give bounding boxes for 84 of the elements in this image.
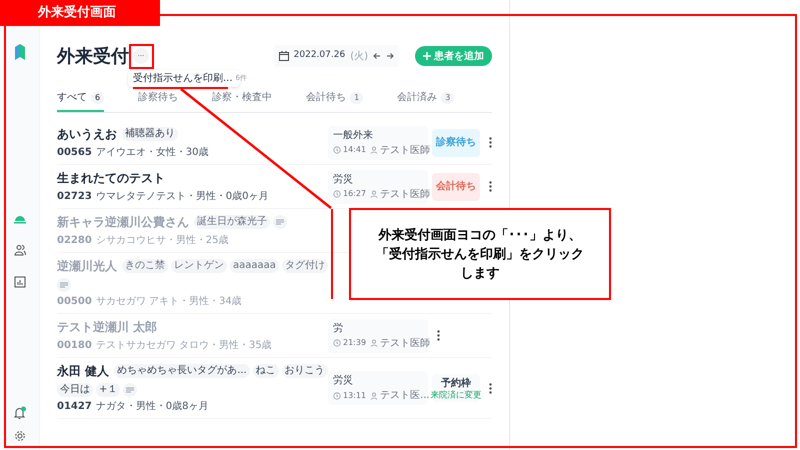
tab-count: 3 <box>441 92 454 104</box>
doctor-name: テスト医師 <box>380 188 430 202</box>
patient-tag: レントゲン <box>171 259 227 273</box>
tab[interactable]: 会計済み 3 <box>397 90 454 112</box>
doctor-name: テスト医師 <box>380 144 430 158</box>
annotation-label: 外来受付画面 <box>0 0 160 26</box>
date-text: 2022.07.26 <box>294 49 346 62</box>
person-icon <box>370 146 378 154</box>
status-button[interactable]: 予約枠 来院済に変更 <box>432 374 480 402</box>
print-menu-item[interactable]: 受付指示せんを印刷... <box>133 71 233 86</box>
patient-id: 01427 <box>57 400 92 414</box>
patient-tag: きのこ禁 <box>122 259 168 273</box>
tab[interactable]: すべて 6 <box>57 90 104 112</box>
patient-info: テストサカセガワ タロウ・男性・35歳 <box>96 338 272 353</box>
more-icon[interactable] <box>489 137 492 148</box>
arrow-left-icon[interactable] <box>373 52 381 60</box>
person-icon <box>370 339 378 347</box>
visit-time: 14:41 <box>343 144 366 156</box>
visit-type: 労災 <box>333 172 354 186</box>
patient-tag: 誕生日が森光子 <box>194 215 270 229</box>
patient-id: 00500 <box>57 295 92 309</box>
callout-text: します <box>460 264 500 282</box>
visit-type: 労 <box>333 322 344 336</box>
visit-time: 21:39 <box>343 337 366 349</box>
patient-name: 生まれたてのテスト <box>57 170 165 187</box>
logo-icon <box>14 44 24 60</box>
patient-tag: めちゃめちゃ長いタグがあ... <box>114 364 250 378</box>
weekday-text: (火) <box>350 50 368 64</box>
patient-tag: おりこう <box>282 364 328 378</box>
clock-icon <box>333 339 341 347</box>
doctor-name: テスト医師 <box>380 336 430 350</box>
person-icon <box>370 190 378 198</box>
arrow-right-icon[interactable] <box>386 52 394 60</box>
tab-count: 6 <box>91 92 104 104</box>
person-icon <box>370 392 378 400</box>
callout-text: 外来受付画面ヨコの「･･･」より、 <box>378 226 582 244</box>
visit-time: 13:11 <box>343 390 366 402</box>
patient-tag: ねこ <box>252 364 279 378</box>
visit-type: 労災 <box>333 374 354 388</box>
callout-text: 「受付指示せんを印刷」をクリック <box>376 246 584 264</box>
patient-tag: タグ付け <box>282 259 328 273</box>
tab[interactable]: 会計待ち 1 <box>306 90 364 112</box>
more-icon[interactable] <box>489 181 492 192</box>
patient-info: ウマレタテノテスト・男性・0歳0ヶ月 <box>96 190 269 204</box>
settings-icon[interactable] <box>14 430 26 442</box>
calendar-icon <box>278 51 289 61</box>
patient-tag: 補聴器あり <box>122 127 178 141</box>
more-icon[interactable] <box>437 330 440 341</box>
date-picker[interactable]: 2022.07.26 (火) <box>274 45 399 67</box>
patient-name: 新キャラ逆瀬川公費さん <box>57 214 189 231</box>
more-icon[interactable] <box>489 382 492 394</box>
patient-id: 02280 <box>57 234 92 248</box>
patient-name: 永田 健人 <box>57 363 110 380</box>
patient-info: ナガタ・男性・0歳8ヶ月 <box>96 400 209 414</box>
page-title: 外来受付 <box>57 44 129 68</box>
patient-name: あいうえお <box>57 126 117 143</box>
status-button[interactable]: 診察待ち <box>432 128 480 156</box>
highlight-box <box>129 44 154 69</box>
clock-icon <box>333 392 341 400</box>
patient-tag: +１ <box>96 383 120 397</box>
patient-id: 00180 <box>57 339 92 353</box>
tab-count: 1 <box>350 92 364 104</box>
status-action[interactable]: 来院済に変更 <box>430 391 482 400</box>
tab[interactable]: 診察待ち <box>138 90 178 112</box>
patient-info: サカセガワ アキト・男性・34歳 <box>96 294 242 309</box>
patient-info: シサカコウヒサ・男性・25歳 <box>96 234 229 248</box>
notification-bell-icon[interactable] <box>12 406 26 420</box>
plus-icon <box>423 52 431 60</box>
visit-time: 16:27 <box>343 188 366 200</box>
patient-info: アイウエオ・女性・30歳 <box>96 146 209 160</box>
tab[interactable]: 診察・検査中 <box>212 90 272 112</box>
patient-tag: 今日は <box>57 383 93 397</box>
patient-name: テスト逆瀬川 太郎 <box>57 319 158 336</box>
patient-name: 逆瀬川光人 <box>57 258 117 275</box>
visit-type: 一般外来 <box>333 128 374 142</box>
chart-icon[interactable] <box>14 276 26 288</box>
status-button[interactable]: 会計待ち <box>432 172 480 200</box>
people-icon[interactable] <box>14 244 26 256</box>
clock-icon <box>333 190 341 198</box>
patient-id: 00565 <box>57 146 92 160</box>
doctor-name: テスト医... <box>380 389 430 403</box>
patient-tag: aaaaaaa <box>230 259 279 273</box>
patient-id: 02723 <box>57 190 92 204</box>
clock-icon <box>333 146 341 154</box>
